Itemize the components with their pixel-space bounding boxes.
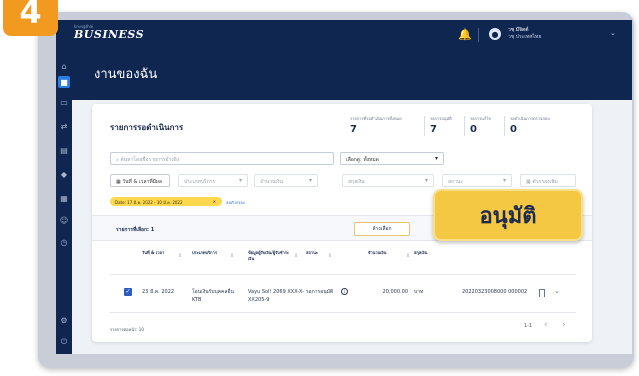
summary-value-total: 7 bbox=[350, 124, 357, 135]
brand-logo[interactable]: BUSINESS bbox=[74, 28, 144, 41]
search-input[interactable]: ⌕ ค้นหาโดยชื่อรายการอ้างอิง bbox=[110, 152, 334, 165]
chevron-left-icon[interactable]: ‹ bbox=[544, 320, 548, 330]
divider bbox=[110, 312, 576, 313]
payment-icon[interactable]: ▤ bbox=[58, 144, 70, 156]
logout-icon[interactable]: ⏻ bbox=[58, 336, 70, 348]
page-info: 1-1 bbox=[524, 323, 533, 329]
bell-icon[interactable]: 🔔 bbox=[458, 28, 472, 41]
users-icon[interactable]: ☺ bbox=[58, 214, 70, 226]
view-select-value: เลือกดู: ทั้งหมด bbox=[346, 157, 379, 163]
page-header: งานของฉัน bbox=[72, 48, 632, 100]
currency-filter[interactable]: สกุลเงิน ▾ bbox=[342, 174, 434, 187]
status-filter[interactable]: สถานะ ▾ bbox=[442, 174, 512, 187]
chevron-down-icon[interactable]: ⌄ bbox=[554, 287, 560, 295]
account-icon[interactable]: ▭ bbox=[58, 96, 70, 108]
column-header-payee[interactable]: ข้อมูลผู้รับเงิน/ผู้รับชำระเงิน bbox=[248, 250, 290, 262]
row-payee: Vayu Sol! 2069 XXX-X-XX205-9 bbox=[248, 289, 304, 303]
summary-label-approve: รอการอนุมัติ bbox=[430, 116, 452, 121]
row-status: รอการอนุมัติ bbox=[306, 289, 334, 295]
avatar[interactable]: ● bbox=[489, 28, 501, 40]
sort-icon[interactable]: ⇕ bbox=[230, 253, 234, 259]
divider bbox=[424, 116, 425, 136]
divider bbox=[504, 116, 505, 136]
caret-down-icon: ▾ bbox=[308, 177, 312, 184]
more-filters-label: ตัวกรองเพิ่ม bbox=[532, 179, 558, 185]
task-icon[interactable]: ■ bbox=[58, 76, 70, 88]
divider bbox=[464, 116, 465, 136]
chevron-right-icon[interactable]: › bbox=[562, 320, 566, 330]
approve-button[interactable]: อนุมัติ bbox=[433, 189, 583, 241]
page-title: งานของฉัน bbox=[94, 67, 158, 82]
service-type-label: ประเภทบริการ bbox=[184, 179, 216, 185]
active-filter-chip[interactable]: Date: 17 มี.ค. 2022 - 30 มี.ค. 2022 ✕ bbox=[110, 197, 222, 206]
view-select[interactable]: เลือกดู: ทั้งหมด ▾ bbox=[340, 152, 444, 165]
history-icon[interactable]: ◷ bbox=[58, 236, 70, 248]
summary-value-review: 0 bbox=[510, 124, 517, 135]
date-filter[interactable]: ▦ วันที่ & เวลาที่มีผล bbox=[110, 174, 170, 187]
tag-icon[interactable]: ◆ bbox=[58, 168, 70, 180]
clear-filters-link[interactable]: ลบตัวกรอง bbox=[226, 199, 245, 206]
row-service: โอนเงินรับบุคคลอื่น KTB bbox=[192, 289, 234, 303]
amount-filter[interactable]: จำนวนเงิน ▾ bbox=[254, 174, 318, 187]
card-title: รายการรอดำเนินการ bbox=[110, 123, 184, 132]
divider bbox=[478, 28, 479, 42]
amount-filter-label: จำนวนเงิน bbox=[260, 179, 283, 185]
clear-selection-button[interactable]: ล้างเลือก bbox=[354, 222, 410, 236]
caret-down-icon: ▾ bbox=[424, 177, 428, 184]
summary-value-edit: 0 bbox=[470, 124, 477, 135]
user-company[interactable]: วชฺ ประเทศไทย bbox=[508, 33, 541, 41]
top-bar: krungthai BUSINESS 🔔 ● วชฺ มีจิตต์ วชฺ ป… bbox=[56, 20, 632, 48]
bookmark-icon[interactable] bbox=[539, 289, 545, 297]
more-filters-button[interactable]: ▦ ตัวกรองเพิ่ม bbox=[520, 174, 576, 187]
column-header-status[interactable]: สถานะ bbox=[306, 250, 330, 256]
column-header-amount[interactable]: จำนวนเงิน bbox=[368, 250, 406, 256]
date-filter-label: วันที่ & เวลาที่มีผล bbox=[122, 179, 162, 185]
divider bbox=[110, 274, 576, 275]
transfer-icon[interactable]: ⇄ bbox=[58, 120, 70, 132]
sidebar: ⌂ ■ ▭ ⇄ ▤ ◆ ▦ ☺ ◷ ⚙ ⏻ bbox=[56, 20, 72, 354]
rows-per-page[interactable]: รายการต่อหน้า: 10 bbox=[110, 326, 144, 333]
row-checkbox[interactable]: ✓ bbox=[124, 288, 132, 296]
close-icon[interactable]: ✕ bbox=[213, 199, 216, 204]
row-reference: 20220323008000 000002 bbox=[462, 289, 528, 295]
home-icon[interactable]: ⌂ bbox=[58, 60, 70, 72]
caret-down-icon: ▾ bbox=[502, 177, 506, 184]
chevron-down-icon[interactable]: ⌄ bbox=[610, 29, 616, 37]
caret-down-icon: ▾ bbox=[238, 177, 242, 184]
search-placeholder: ค้นหาโดยชื่อรายการอ้างอิง bbox=[120, 157, 180, 163]
column-header-currency[interactable]: สกุลเงิน bbox=[414, 250, 442, 256]
document-icon[interactable]: ▦ bbox=[58, 192, 70, 204]
settings-icon[interactable]: ⚙ bbox=[58, 314, 70, 326]
summary-label-edit: รอการแก้ไข bbox=[470, 116, 492, 121]
column-header-date[interactable]: วันที่ & เวลา bbox=[142, 250, 174, 256]
summary-value-approve: 7 bbox=[430, 124, 437, 135]
currency-filter-label: สกุลเงิน bbox=[348, 179, 365, 185]
service-type-filter[interactable]: ประเภทบริการ ▾ bbox=[178, 174, 248, 187]
info-icon[interactable]: i bbox=[341, 288, 348, 295]
sort-icon[interactable]: ⇕ bbox=[178, 253, 182, 259]
row-currency: บาท bbox=[414, 289, 424, 295]
sort-icon[interactable]: ⇕ bbox=[328, 253, 332, 259]
column-header-service[interactable]: ประเภทบริการ bbox=[192, 250, 242, 256]
summary-label-review: รอดำเนินการตรวจสอบ bbox=[510, 116, 550, 121]
selected-count: รายการที่เลือก: 1 bbox=[116, 227, 155, 233]
summary-label-total: รายการที่รอดำเนินการทั้งหมด bbox=[350, 116, 402, 121]
row-date: 23 มี.ค. 2022 bbox=[142, 289, 175, 295]
sort-icon[interactable]: ⇕ bbox=[406, 253, 410, 259]
step-badge: 4 bbox=[3, 0, 58, 36]
status-filter-label: สถานะ bbox=[448, 179, 463, 185]
row-amount: 20,000.00 bbox=[382, 289, 408, 295]
caret-down-icon: ▾ bbox=[434, 155, 438, 162]
sort-icon[interactable]: ⇕ bbox=[294, 253, 298, 259]
chip-label: Date: 17 มี.ค. 2022 - 30 มี.ค. 2022 bbox=[115, 200, 183, 205]
